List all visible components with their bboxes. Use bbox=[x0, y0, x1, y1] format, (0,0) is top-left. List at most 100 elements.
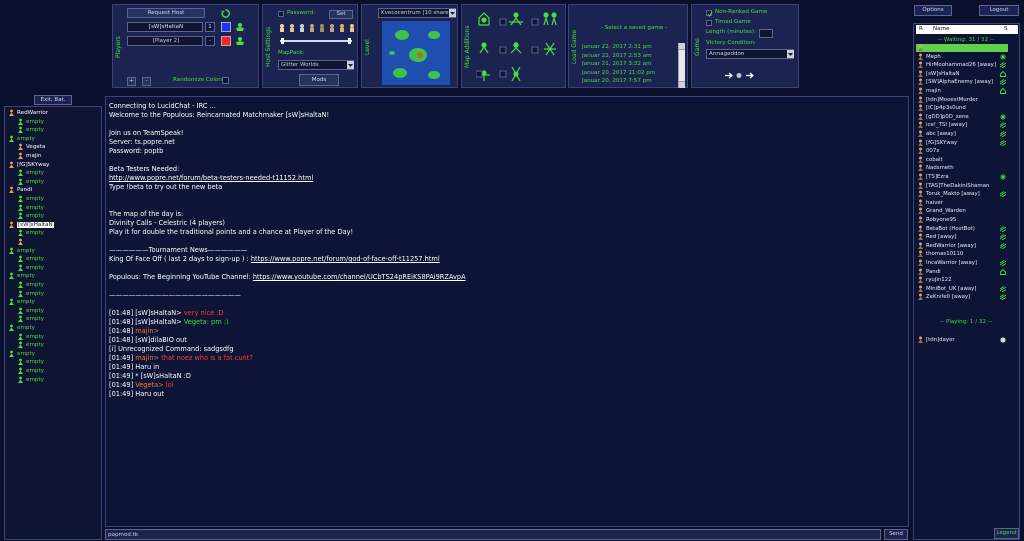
user-row[interactable]: Nadsmeth bbox=[916, 164, 1008, 172]
user-row[interactable]: Pandi bbox=[916, 268, 1008, 276]
refresh-icon[interactable] bbox=[221, 9, 230, 18]
team-player[interactable]: majin bbox=[17, 152, 42, 161]
user-row[interactable]: haiver bbox=[916, 199, 1008, 207]
timed-game-checkbox[interactable] bbox=[706, 20, 712, 26]
user-row[interactable]: [tdn]dayer bbox=[916, 336, 1008, 344]
user-row[interactable]: Robyone95 bbox=[916, 216, 1008, 224]
user-row[interactable]: abc [away] bbox=[916, 130, 1008, 138]
user-row[interactable]: ice!_TSI [away] bbox=[916, 121, 1008, 129]
player2-team[interactable]: - bbox=[205, 36, 215, 46]
user-row[interactable]: HirMoohammad26 [away] bbox=[916, 61, 1008, 69]
legend-button[interactable]: Legend bbox=[994, 528, 1019, 539]
send-button[interactable]: Send bbox=[884, 529, 908, 540]
user-row[interactable]: Toruk_Makto [away] bbox=[916, 190, 1008, 198]
user-row[interactable]: BetaBot (HostBot) bbox=[916, 225, 1008, 233]
empty-slot[interactable]: empty bbox=[17, 290, 44, 299]
user-row[interactable]: [sW]sHaltaN bbox=[916, 70, 1008, 78]
empty-slot[interactable]: empty bbox=[8, 135, 35, 144]
saved-game-item[interactable]: Januar 20, 2017 11:02 pm bbox=[580, 69, 677, 78]
mappack-select[interactable]: Glitter Worlds bbox=[278, 60, 354, 70]
team-player[interactable]: Pandi bbox=[8, 186, 32, 195]
chat-nick[interactable]: majin> bbox=[135, 327, 159, 335]
empty-slot[interactable]: empty bbox=[17, 376, 44, 385]
saved-game-item[interactable]: Januar 21, 2017 3:32 am bbox=[580, 60, 677, 69]
empty-slot[interactable]: empty bbox=[8, 324, 35, 333]
team-player[interactable]: [sW]sHaltaN bbox=[8, 221, 54, 230]
name-column-header[interactable]: Name bbox=[933, 25, 950, 34]
chat-nick[interactable]: majin> bbox=[135, 354, 159, 362]
user-row[interactable]: [fG]SKYway bbox=[916, 139, 1008, 147]
status-column-header[interactable]: S bbox=[1004, 25, 1008, 34]
rank-column-header[interactable]: R bbox=[919, 25, 923, 34]
user-row[interactable]: RedWarrior [away] bbox=[916, 242, 1008, 250]
empty-slot[interactable]: empty bbox=[17, 264, 44, 273]
request-host-button[interactable]: Request Host bbox=[127, 8, 205, 18]
user-row[interactable]: ryujin122 bbox=[916, 276, 1008, 284]
empty-slot[interactable]: empty bbox=[17, 204, 44, 213]
user-row[interactable]: [TS]Ezra bbox=[916, 173, 1008, 181]
saved-games-scrollbar[interactable] bbox=[678, 43, 685, 88]
empty-slot[interactable]: empty bbox=[17, 212, 44, 221]
user-row[interactable]: cobalt bbox=[916, 156, 1008, 164]
chat-line[interactable]: http://www.popre.net/forum/beta-testers-… bbox=[109, 174, 905, 183]
team-player[interactable] bbox=[17, 238, 26, 247]
add-player-button[interactable]: + bbox=[127, 77, 136, 86]
user-row[interactable]: majin bbox=[916, 87, 1008, 95]
empty-slot[interactable]: empty bbox=[17, 178, 44, 187]
saved-game-item[interactable]: Januar 22, 2017 2:31 pm bbox=[580, 43, 677, 52]
user-row[interactable]: [IC]p4p3s0und bbox=[916, 104, 1008, 112]
chat-nick[interactable]: [sW]sHaltaN> bbox=[135, 318, 181, 326]
randomize-colors-checkbox[interactable] bbox=[222, 77, 229, 84]
user-row[interactable]: Meph bbox=[916, 53, 1008, 61]
mappack-dropdown-icon[interactable] bbox=[347, 61, 354, 69]
chat-nick[interactable]: Unrecognized Command: sadgsdfg bbox=[118, 345, 233, 353]
victory-dropdown-icon[interactable] bbox=[787, 50, 794, 58]
user-row[interactable]: [tdn]MooestMurder bbox=[916, 96, 1008, 104]
empty-slot[interactable]: empty bbox=[17, 341, 44, 350]
empty-slot[interactable]: empty bbox=[8, 350, 35, 359]
empty-slot[interactable]: empty bbox=[17, 281, 44, 290]
player1-team[interactable]: 1 bbox=[205, 22, 215, 32]
player2-color-swatch[interactable] bbox=[221, 36, 231, 46]
team-player[interactable]: RedWarrior bbox=[8, 109, 48, 118]
level-select[interactable]: Kvecocentrum [10 share bbox=[378, 8, 456, 18]
map-additions-icons[interactable] bbox=[475, 9, 564, 85]
chat-nick[interactable]: * [sW]sHaltaN :D bbox=[135, 372, 191, 380]
user-row[interactable]: MiniBot_UK [away] bbox=[916, 285, 1008, 293]
exit-battle-button[interactable]: Exit, Bat. bbox=[34, 95, 72, 105]
user-row[interactable]: [gDD]p0D_xene bbox=[916, 113, 1008, 121]
user-row[interactable]: thomas10110 bbox=[916, 250, 1008, 258]
user-row[interactable]: IncaWarrior [away] bbox=[916, 259, 1008, 267]
user-row[interactable]: Red [away] bbox=[916, 233, 1008, 241]
start-game-icon[interactable] bbox=[724, 71, 754, 80]
empty-slot[interactable]: empty bbox=[17, 333, 44, 342]
empty-slot[interactable]: empty bbox=[8, 272, 35, 281]
empty-slot[interactable]: empty bbox=[17, 195, 44, 204]
player1-color-swatch[interactable] bbox=[221, 22, 231, 32]
empty-slot[interactable]: empty bbox=[17, 358, 44, 367]
empty-slot[interactable]: empty bbox=[17, 169, 44, 178]
empty-slot[interactable]: empty bbox=[17, 126, 44, 135]
empty-slot[interactable]: empty bbox=[8, 298, 35, 307]
victory-select[interactable]: Armageddon bbox=[706, 49, 794, 59]
empty-slot[interactable]: empty bbox=[17, 307, 44, 316]
empty-slot[interactable]: empty bbox=[17, 367, 44, 376]
chat-link[interactable]: https://www.popre.net/forum/god-of-face-… bbox=[251, 255, 440, 263]
length-input[interactable] bbox=[759, 29, 773, 38]
host-slider[interactable] bbox=[280, 38, 352, 44]
chat-input[interactable]: popmod.tk bbox=[105, 529, 881, 540]
set-password-button[interactable]: Set bbox=[329, 10, 353, 19]
empty-slot[interactable]: empty bbox=[17, 229, 44, 238]
user-row[interactable] bbox=[916, 44, 1008, 53]
password-checkbox[interactable] bbox=[278, 11, 284, 17]
chat-nick[interactable]: [sW]sHaltaN> bbox=[135, 309, 181, 317]
chat-link[interactable]: https://www.youtube.com/channel/UCbTS24p… bbox=[253, 273, 466, 281]
logout-button[interactable]: Logout bbox=[979, 5, 1019, 16]
user-row[interactable]: ZeKnife0 [away] bbox=[916, 293, 1008, 301]
user-row[interactable]: Grand_Warden bbox=[916, 207, 1008, 215]
level-dropdown-icon[interactable] bbox=[449, 9, 456, 17]
empty-slot[interactable]: empty bbox=[17, 315, 44, 324]
team-player[interactable]: Vegeta bbox=[17, 143, 45, 152]
saved-games-list[interactable]: Januar 22, 2017 2:31 pm Januar 22, 2017 … bbox=[580, 43, 677, 88]
chat-nick[interactable]: Vegeta> bbox=[135, 381, 163, 389]
